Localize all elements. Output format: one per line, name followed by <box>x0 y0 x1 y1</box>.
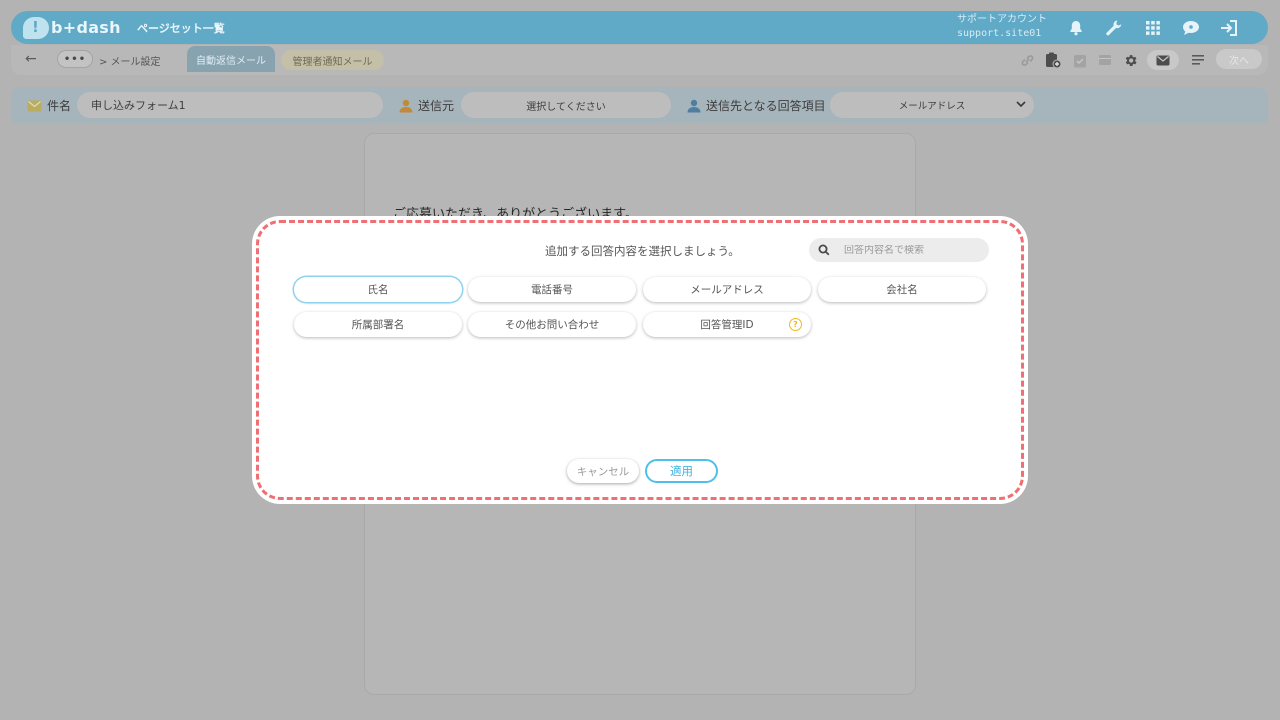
mail-view-toggle[interactable] <box>1147 50 1179 70</box>
logo-bubble-icon <box>23 16 49 39</box>
recipient-select[interactable]: メールアドレス <box>830 92 1034 118</box>
clipboard-add-icon[interactable] <box>1044 51 1062 69</box>
account-info[interactable]: サポートアカウント support.site01 <box>957 13 1047 41</box>
answer-select-modal: 追加する回答内容を選択しましょう。 氏名 電話番号 メールアドレス 会社名 所属… <box>256 220 1024 500</box>
person-icon <box>399 99 413 112</box>
bell-icon[interactable] <box>1065 17 1087 39</box>
envelope-icon <box>1156 55 1170 65</box>
next-button[interactable]: 次へ <box>1216 49 1262 69</box>
sender-label: 送信元 <box>399 97 454 114</box>
option-answer-id[interactable]: 回答管理ID ? <box>643 312 811 337</box>
account-name: サポートアカウント <box>957 14 1047 25</box>
option-company-name[interactable]: 会社名 <box>818 277 986 302</box>
option-full-name[interactable]: 氏名 <box>294 277 462 302</box>
subject-label: 件名 <box>27 97 71 114</box>
more-menu-button[interactable]: ••• <box>57 50 93 68</box>
option-phone-number[interactable]: 電話番号 <box>468 277 636 302</box>
app-logo[interactable]: b+dash <box>23 15 121 40</box>
wrench-icon[interactable] <box>1103 17 1125 39</box>
modal-search-box[interactable] <box>809 238 989 262</box>
logout-icon[interactable] <box>1218 17 1240 39</box>
sender-label-text: 送信元 <box>418 99 455 113</box>
tab-auto-reply-mail[interactable]: 自動返信メール <box>187 46 275 72</box>
modal-title: 追加する回答内容を選択しましょう。 <box>545 244 740 258</box>
envelope-icon <box>27 100 42 111</box>
archive-icon[interactable] <box>1096 51 1114 69</box>
question-help-icon[interactable]: ? <box>789 318 802 331</box>
recipient-label: 送信先となる回答項目 <box>687 97 826 114</box>
chevron-down-icon <box>1016 101 1026 108</box>
apply-button[interactable]: 適用 <box>645 459 718 483</box>
link-icon[interactable] <box>1018 51 1036 69</box>
option-answer-id-label: 回答管理ID <box>700 319 754 331</box>
page-title[interactable]: ページセット一覧 <box>137 20 225 36</box>
mail-settings-bar: 件名 申し込みフォーム1 送信元 選択してください 送信先となる回答項目 メール… <box>11 87 1268 123</box>
subject-input[interactable]: 申し込みフォーム1 <box>77 92 383 118</box>
account-site: support.site01 <box>957 28 1042 39</box>
gear-icon[interactable] <box>1121 51 1139 69</box>
subject-label-text: 件名 <box>47 99 72 113</box>
logo-text: b+dash <box>51 18 121 37</box>
recipient-label-text: 送信先となる回答項目 <box>706 99 826 113</box>
top-header: b+dash ページセット一覧 サポートアカウント support.site01 <box>11 11 1268 44</box>
sender-select[interactable]: 選択してください <box>461 92 671 118</box>
back-arrow-icon[interactable]: ← <box>25 51 37 67</box>
toolbar: ← ••• > メール設定 自動返信メール 管理者通知メール 次へ <box>11 45 1268 75</box>
tab-admin-notification-mail[interactable]: 管理者通知メール <box>281 50 384 70</box>
option-other-inquiry[interactable]: その他お問い合わせ <box>468 312 636 337</box>
recipient-select-value: メールアドレス <box>898 101 966 112</box>
option-email-address[interactable]: メールアドレス <box>643 277 811 302</box>
text-lines-icon[interactable] <box>1189 51 1207 69</box>
chat-bubble-icon[interactable] <box>1180 17 1202 39</box>
grid-apps-icon[interactable] <box>1142 17 1164 39</box>
option-department-name[interactable]: 所属部署名 <box>294 312 462 337</box>
search-icon <box>818 244 830 256</box>
breadcrumb: > メール設定 <box>99 57 161 68</box>
cancel-button[interactable]: キャンセル <box>567 459 639 483</box>
clipboard-check-icon[interactable] <box>1071 51 1089 69</box>
search-input[interactable] <box>844 244 974 256</box>
person-icon <box>687 99 701 112</box>
